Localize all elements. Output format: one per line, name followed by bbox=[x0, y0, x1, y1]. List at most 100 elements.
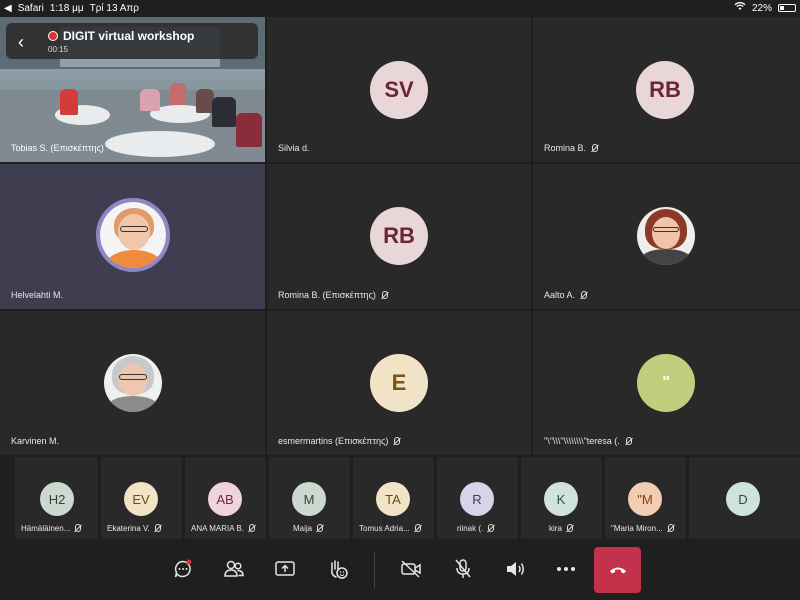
participant-name-text: Romina B. (Επισκέπτης) bbox=[278, 290, 376, 300]
participant-avatar: H2 bbox=[40, 482, 74, 516]
more-icon bbox=[557, 567, 575, 571]
participant-name: Aalto A. bbox=[544, 290, 588, 300]
battery-percent: 22% bbox=[751, 2, 772, 14]
meeting-elapsed-time: 00:15 bbox=[48, 45, 69, 54]
video-person bbox=[170, 83, 186, 105]
strip-participant-tile[interactable]: M Maija bbox=[269, 457, 350, 539]
participant-tile[interactable]: " "\"\\\"\\\\\\\\"teresa (. bbox=[533, 311, 800, 455]
strip-participant-tile[interactable]: D bbox=[689, 457, 800, 539]
participant-avatar: M bbox=[292, 482, 326, 516]
battery-icon bbox=[778, 4, 796, 12]
participant-avatar: E bbox=[370, 354, 428, 412]
video-desk bbox=[105, 131, 215, 157]
participant-name: Romina B. (Επισκέπτης) bbox=[278, 290, 388, 300]
camera-toggle-button[interactable] bbox=[398, 556, 424, 582]
participant-name: Karvinen M. bbox=[11, 436, 59, 446]
participant-tile[interactable]: E esmermartins (Επισκέπτης) bbox=[267, 311, 531, 455]
participant-avatar: "M bbox=[628, 482, 662, 516]
participant-name: Silvia d. bbox=[278, 143, 310, 153]
mic-muted-icon bbox=[380, 290, 388, 300]
strip-participant-tile[interactable]: R riinak (. bbox=[437, 457, 518, 539]
back-to-app-icon[interactable]: ◀ bbox=[4, 3, 12, 14]
participant-photo bbox=[637, 207, 695, 265]
mic-muted-icon bbox=[565, 524, 573, 533]
chat-button[interactable] bbox=[170, 556, 196, 582]
mic-toggle-button[interactable] bbox=[450, 556, 476, 582]
participant-name: Hämäläinen... bbox=[21, 524, 82, 533]
chat-icon bbox=[174, 559, 192, 578]
strip-participant-tile[interactable]: "M "Maria Miron... bbox=[605, 457, 686, 539]
strip-participant-tile[interactable]: K kira bbox=[521, 457, 602, 539]
participant-name-text: "Maria Miron... bbox=[611, 524, 663, 533]
mic-muted-icon bbox=[73, 524, 82, 533]
status-app-name[interactable]: Safari bbox=[18, 3, 44, 14]
photo-body bbox=[106, 250, 162, 268]
participant-name: esmermartins (Επισκέπτης) bbox=[278, 436, 401, 446]
participant-name-text: kira bbox=[549, 524, 562, 533]
photo-glasses bbox=[119, 374, 147, 380]
participant-avatar: " bbox=[637, 354, 695, 412]
participant-name-text: riinak (. bbox=[457, 524, 484, 533]
status-date: Τρί 13 Απρ bbox=[89, 2, 139, 14]
participant-name-text: Karvinen M. bbox=[11, 436, 60, 446]
participant-name-text: Ekaterina V. bbox=[107, 524, 150, 533]
participant-avatar: D bbox=[726, 482, 760, 516]
participant-avatar: SV bbox=[370, 61, 428, 119]
participant-avatar: K bbox=[544, 482, 578, 516]
participant-name-text: Helvelahti M. bbox=[11, 290, 64, 300]
strip-participant-tile[interactable]: TA Tomus Adria... bbox=[353, 457, 434, 539]
participant-name: Romina B. bbox=[544, 143, 599, 153]
participant-name-text: Romina B. bbox=[544, 143, 587, 153]
participant-name-text: Silvia d. bbox=[278, 143, 310, 153]
speaker-button[interactable] bbox=[502, 556, 528, 582]
photo-face bbox=[118, 214, 150, 250]
mic-muted-icon bbox=[392, 436, 401, 446]
participant-name: Tomus Adria... bbox=[359, 524, 421, 533]
participant-tile[interactable]: Aalto A. bbox=[533, 164, 800, 309]
participant-tile[interactable]: Karvinen M. bbox=[0, 311, 265, 455]
speaker-icon bbox=[507, 562, 524, 576]
call-toolbar bbox=[0, 540, 800, 600]
mic-muted-icon bbox=[153, 524, 161, 533]
participant-name: Ekaterina V. bbox=[107, 524, 161, 533]
participant-tile[interactable]: SV Silvia d. bbox=[267, 17, 531, 162]
video-person bbox=[212, 97, 236, 127]
strip-participant-tile[interactable]: H2 Hämäläinen... bbox=[15, 457, 98, 539]
strip-participant-tile[interactable]: AB ANA MARIA B. bbox=[185, 457, 266, 539]
share-screen-button[interactable] bbox=[272, 556, 298, 582]
photo-glasses bbox=[120, 226, 148, 232]
participant-name-text: ANA MARIA B. bbox=[191, 524, 244, 533]
recording-indicator-icon bbox=[48, 31, 58, 41]
mic-muted-icon bbox=[413, 524, 421, 533]
reactions-button[interactable] bbox=[325, 556, 351, 582]
participant-name: Tobias S. (Επισκέπτης) bbox=[11, 143, 104, 153]
meeting-header-banner: ‹ DIGIT virtual workshop 00:15 bbox=[6, 23, 258, 59]
wifi-icon bbox=[734, 2, 746, 14]
participant-avatar: EV bbox=[124, 482, 158, 516]
photo-glasses bbox=[653, 227, 679, 232]
photo-body bbox=[108, 396, 158, 412]
more-options-button[interactable] bbox=[553, 556, 579, 582]
participant-tile[interactable]: RB Romina B. bbox=[533, 17, 800, 162]
mic-muted-icon bbox=[315, 524, 324, 533]
photo-face bbox=[652, 217, 680, 249]
hang-up-button[interactable] bbox=[594, 547, 641, 593]
participant-name-text: Maija bbox=[293, 524, 313, 533]
participant-tile-active-speaker[interactable]: Helvelahti M. bbox=[0, 164, 265, 309]
strip-participant-tile[interactable]: EV Ekaterina V. bbox=[101, 457, 182, 539]
participant-name: Helvelahti M. bbox=[11, 290, 63, 300]
toolbar-divider bbox=[374, 552, 375, 588]
participant-name-text: Hämäläinen... bbox=[21, 524, 71, 533]
participants-button[interactable] bbox=[221, 556, 247, 582]
participant-name: "\"\\\"\\\\\\\\"teresa (. bbox=[544, 436, 632, 446]
participant-name: Maija bbox=[293, 524, 324, 533]
participant-tile[interactable]: RB Romina B. (Επισκέπτης) bbox=[267, 164, 531, 309]
participant-avatar: AB bbox=[208, 482, 242, 516]
participant-name-text: esmermartins (Επισκέπτης) bbox=[278, 436, 389, 446]
back-chevron-icon[interactable]: ‹ bbox=[18, 32, 28, 52]
mic-muted-icon bbox=[666, 524, 674, 533]
video-person bbox=[236, 113, 262, 147]
raise-hand-icon bbox=[331, 560, 348, 579]
participants-icon bbox=[224, 560, 244, 577]
mic-muted-icon bbox=[486, 524, 495, 533]
